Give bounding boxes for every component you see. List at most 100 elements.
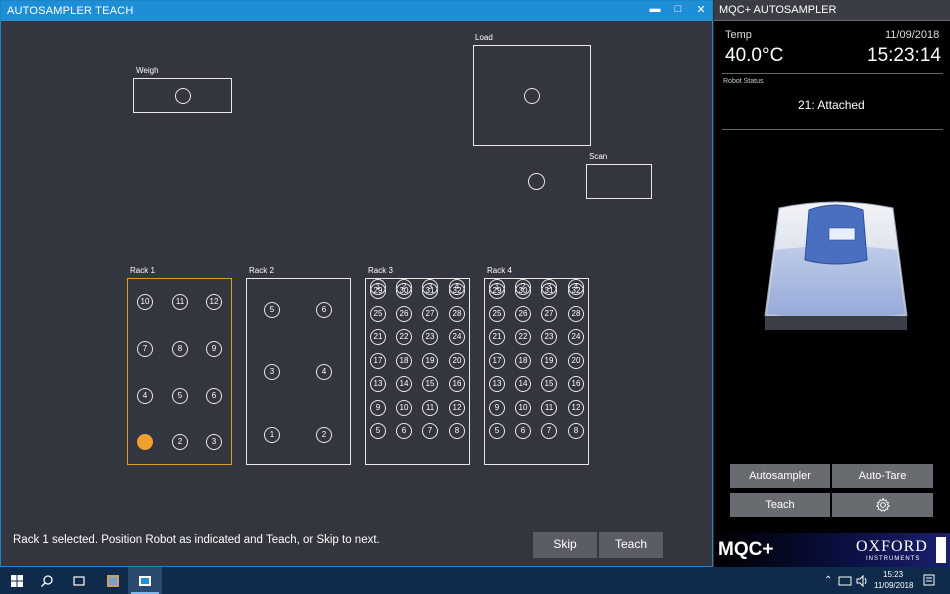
notification-icon[interactable] [922,573,936,588]
rack-slot[interactable]: 3 [264,364,280,380]
rack-slot[interactable]: 18 [515,353,531,369]
skip-button[interactable]: Skip [533,532,597,558]
rack-slot[interactable]: 3 [206,434,222,450]
rack-4[interactable]: 29 30 31 32 25 26 27 28 21 22 23 24 17 18 19 20 13 14 15 16… [484,278,589,465]
active-rack-slot[interactable] [137,434,153,450]
rack-slot[interactable]: 9 [370,400,386,416]
rack-slot[interactable]: 11 [422,400,438,416]
rack-slot[interactable]: 11 [541,400,557,416]
rack-slot[interactable]: 6 [206,388,222,404]
rack-slot[interactable]: 19 [541,353,557,369]
rack-slot[interactable]: 3 [422,279,438,295]
rack-slot[interactable]: 26 [396,306,412,322]
rack-slot[interactable]: 1 [370,279,386,295]
rack-1[interactable]: 10 11 12 7 8 9 4 5 6 2 3 [127,278,232,465]
rack-slot[interactable]: 5 [264,302,280,318]
rack-slot[interactable]: 9 [489,400,505,416]
rack-slot[interactable]: 7 [137,341,153,357]
rack-slot[interactable]: 5 [489,423,505,439]
rack-slot[interactable]: 15 [541,376,557,392]
rack-slot[interactable]: 11 [172,294,188,310]
rack-slot[interactable]: 2 [316,427,332,443]
rack-slot[interactable]: 14 [515,376,531,392]
app-icon[interactable] [104,572,122,590]
rack-slot[interactable]: 21 [489,329,505,345]
scrollbar-thumb[interactable] [936,537,946,563]
rack-slot[interactable]: 21 [370,329,386,345]
teach-button[interactable]: Teach [599,532,663,558]
rack-slot[interactable]: 14 [396,376,412,392]
rack-slot[interactable]: 23 [422,329,438,345]
rack-slot[interactable]: 26 [515,306,531,322]
rack-slot[interactable]: 27 [422,306,438,322]
rack-slot[interactable]: 17 [370,353,386,369]
rack-slot[interactable]: 25 [370,306,386,322]
minimize-icon[interactable]: ▬ [647,3,663,15]
rack-slot[interactable]: 8 [449,423,465,439]
autosampler-app-icon[interactable] [136,572,154,590]
volume-icon[interactable] [855,574,869,588]
rack-slot[interactable]: 2 [396,279,412,295]
rack-slot[interactable]: 3 [541,279,557,295]
settings-button[interactable] [832,493,933,517]
rack-slot[interactable]: 15 [422,376,438,392]
rack-slot[interactable]: 16 [449,376,465,392]
autosampler-button[interactable]: Autosampler [730,464,830,488]
rack-slot[interactable]: 22 [515,329,531,345]
rack-slot[interactable]: 20 [568,353,584,369]
rack-slot[interactable]: 9 [206,341,222,357]
rack-slot[interactable]: 8 [568,423,584,439]
rack-slot[interactable]: 7 [422,423,438,439]
rack-slot[interactable]: 1 [264,427,280,443]
rack-slot[interactable]: 25 [489,306,505,322]
scan-zone[interactable] [586,164,652,199]
rack-slot[interactable]: 10 [515,400,531,416]
rack-slot[interactable]: 6 [515,423,531,439]
chevron-up-icon[interactable]: ⌃ [824,575,832,586]
rack-slot[interactable]: 6 [316,302,332,318]
rack-slot[interactable]: 13 [370,376,386,392]
rack-2[interactable]: 5 6 3 4 1 2 [246,278,351,465]
rack-slot[interactable]: 19 [422,353,438,369]
rack-slot[interactable]: 7 [541,423,557,439]
rack-slot[interactable]: 1 [489,279,505,295]
load-zone[interactable] [473,45,591,146]
rack-slot[interactable]: 27 [541,306,557,322]
rack-slot[interactable]: 17 [489,353,505,369]
rack-slot[interactable]: 16 [568,376,584,392]
rack-slot[interactable]: 12 [206,294,222,310]
rack-slot[interactable]: 2 [515,279,531,295]
auto-tare-button[interactable]: Auto-Tare [832,464,933,488]
rack-slot[interactable]: 28 [449,306,465,322]
rack-3[interactable]: 29 30 31 32 25 26 27 28 21 22 23 24 17 18 19 20 13 14 15 16… [365,278,470,465]
weigh-zone[interactable] [133,78,232,113]
rack-slot[interactable]: 10 [396,400,412,416]
rack-slot[interactable]: 5 [172,388,188,404]
rack-slot[interactable]: 10 [137,294,153,310]
rack-slot[interactable]: 24 [568,329,584,345]
rack-slot[interactable]: 12 [568,400,584,416]
rack-slot[interactable]: 6 [396,423,412,439]
rack-slot[interactable]: 18 [396,353,412,369]
rack-slot[interactable]: 13 [489,376,505,392]
rack-slot[interactable]: 4 [449,279,465,295]
teach-mode-button[interactable]: Teach [730,493,830,517]
rack-slot[interactable]: 28 [568,306,584,322]
rack-slot[interactable]: 2 [172,434,188,450]
rack-slot[interactable]: 4 [137,388,153,404]
network-icon[interactable] [838,575,852,587]
windows-start-icon[interactable] [8,572,26,590]
rack-slot[interactable]: 8 [172,341,188,357]
rack-slot[interactable]: 5 [370,423,386,439]
task-view-icon[interactable] [70,572,88,590]
close-icon[interactable]: ✕ [693,3,709,16]
search-icon[interactable] [38,572,56,590]
rack-slot[interactable]: 20 [449,353,465,369]
rack-slot[interactable]: 12 [449,400,465,416]
rack-slot[interactable]: 24 [449,329,465,345]
rack-slot[interactable]: 4 [316,364,332,380]
maximize-icon[interactable]: □ [670,3,686,15]
rack-slot[interactable]: 4 [568,279,584,295]
rack-slot[interactable]: 22 [396,329,412,345]
rack-slot[interactable]: 23 [541,329,557,345]
